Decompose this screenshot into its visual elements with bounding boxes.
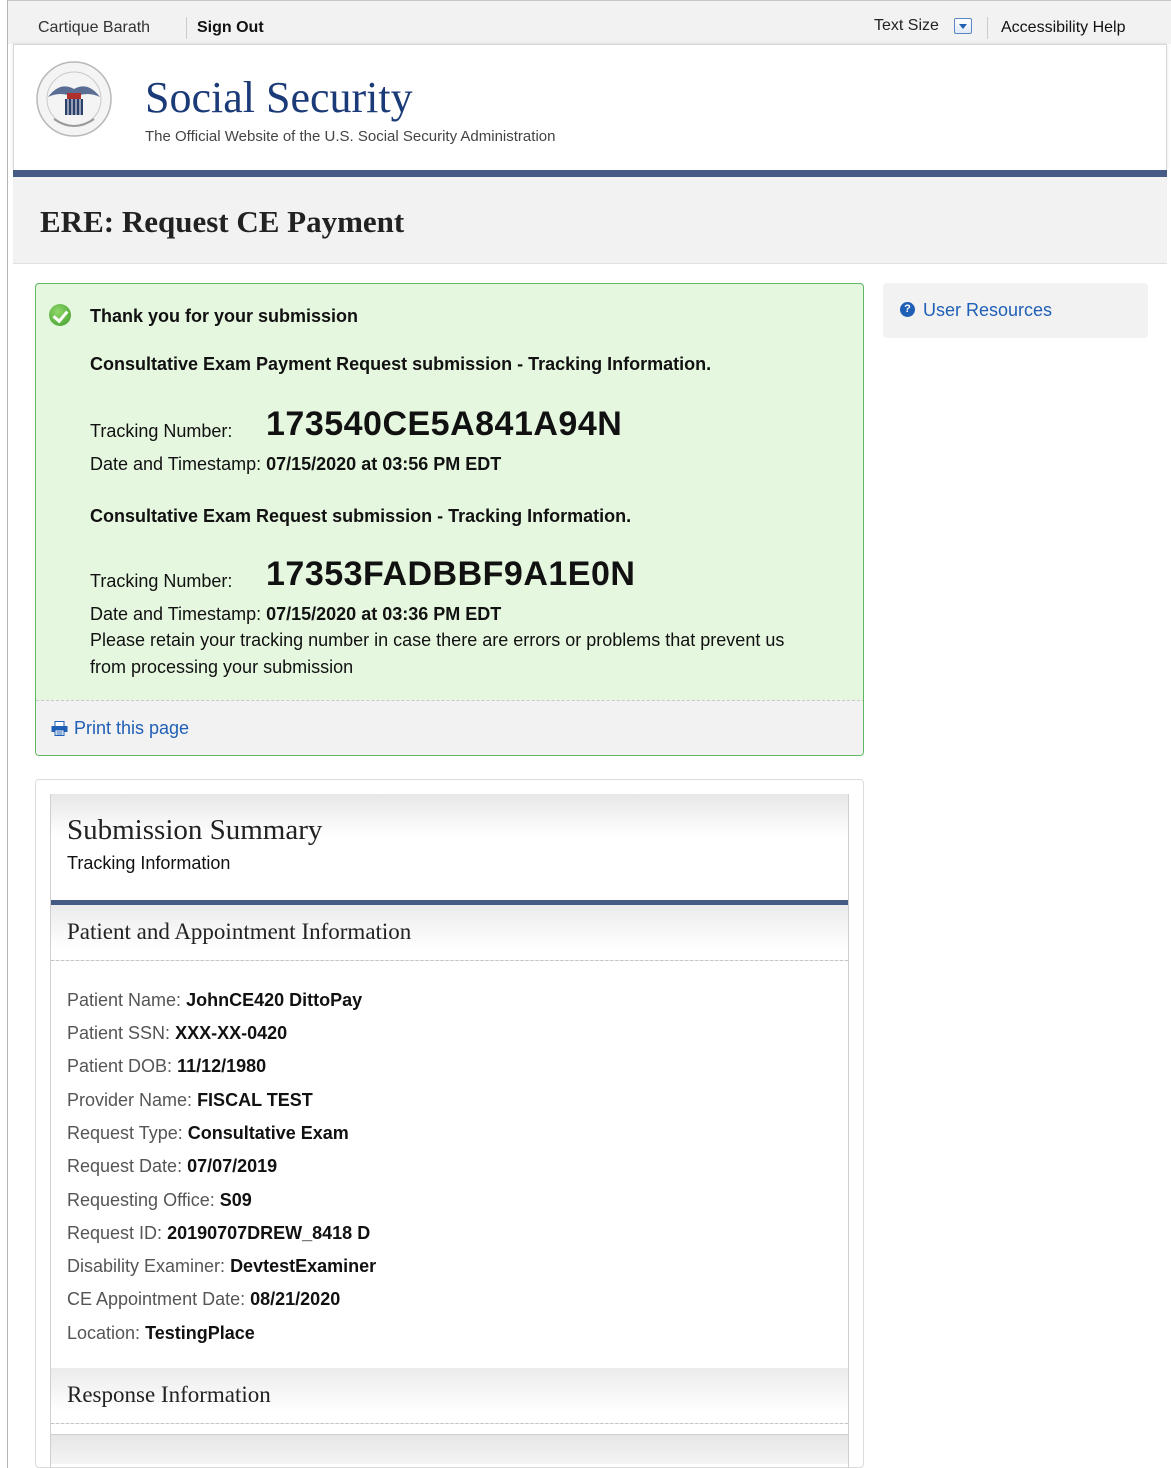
accessibility-help-link[interactable]: Accessibility Help [1001, 19, 1125, 37]
field-value: S09 [219, 1190, 252, 1210]
field-value: 20190707DREW_8418 D [167, 1223, 371, 1243]
field-label: Request ID: [67, 1223, 163, 1243]
field-value: DevtestExaminer [230, 1256, 377, 1276]
field-provider-name: Provider Name: FISCAL TEST [67, 1090, 313, 1111]
field-value: JohnCE420 DittoPay [186, 990, 363, 1010]
field-request-id: Request ID: 20190707DREW_8418 D [67, 1223, 370, 1244]
sign-out-link[interactable]: Sign Out [197, 19, 264, 37]
response-section-title: Response Information [67, 1382, 271, 1407]
user-resources-link[interactable]: User Resources [923, 300, 1052, 321]
field-value: Consultative Exam [187, 1123, 349, 1143]
field-request-type: Request Type: Consultative Exam [67, 1123, 349, 1144]
divider [987, 17, 988, 39]
header-rule [13, 170, 1167, 177]
page-title-band: ERE: Request CE Payment [13, 177, 1167, 264]
field-label: Patient DOB: [67, 1056, 173, 1076]
utility-bar: Cartique Barath Sign Out Text Size Acces… [8, 0, 1171, 44]
retain-note-line1: Please retain your tracking number in ca… [90, 630, 785, 650]
payment-tracking-number: 173540CE5A841A94N [266, 405, 623, 443]
ssa-seal-icon[interactable] [34, 59, 114, 139]
text-size-dropdown-icon[interactable] [954, 18, 972, 34]
checkmark-icon [49, 304, 71, 326]
retain-note-line2: from processing your submission [90, 657, 354, 677]
field-label: Location: [67, 1323, 141, 1343]
field-label: CE Appointment Date: [67, 1289, 246, 1309]
tracking-number-label: Tracking Number: [90, 571, 233, 591]
summary-title: Submission Summary [67, 814, 323, 846]
tracking-number-label: Tracking Number: [90, 421, 233, 441]
payment-timestamp-row: Date and Timestamp: 07/15/2020 at 03:56 … [90, 454, 501, 475]
site-subtitle: The Official Website of the U.S. Social … [145, 128, 556, 145]
exam-request-heading: Consultative Exam Request submission - T… [90, 506, 632, 526]
payment-timestamp: 07/15/2020 at 03:56 PM EDT [266, 454, 502, 474]
patient-section-header: Patient and Appointment Information [51, 905, 848, 961]
field-value: XXX-XX-0420 [175, 1023, 288, 1043]
text-size-label: Text Size [874, 17, 939, 34]
field-label: Patient Name: [67, 990, 182, 1010]
success-heading: Thank you for your submission [90, 306, 359, 326]
payment-request-heading: Consultative Exam Payment Request submis… [90, 354, 712, 374]
field-value: 07/07/2019 [187, 1156, 278, 1176]
field-label: Patient SSN: [67, 1023, 171, 1043]
field-disability-examiner: Disability Examiner: DevtestExaminer [67, 1256, 376, 1277]
date-label: Date and Timestamp: [90, 454, 262, 474]
exam-timestamp: 07/15/2020 at 03:36 PM EDT [266, 604, 502, 624]
field-value: 11/12/1980 [177, 1056, 267, 1076]
submission-summary-panel: Submission Summary Tracking Information … [35, 779, 864, 1468]
response-section-header: Response Information [51, 1368, 848, 1424]
field-patient-dob: Patient DOB: 11/12/1980 [67, 1056, 266, 1077]
field-label: Disability Examiner: [67, 1256, 226, 1276]
field-request-date: Request Date: 07/07/2019 [67, 1156, 277, 1177]
field-patient-ssn: Patient SSN: XXX-XX-0420 [67, 1023, 287, 1044]
print-bar: Print this page [36, 700, 863, 755]
date-label: Date and Timestamp: [90, 604, 262, 624]
field-label: Request Type: [67, 1123, 183, 1143]
summary-subtitle: Tracking Information [67, 853, 231, 873]
field-label: Request Date: [67, 1156, 183, 1176]
field-value: TestingPlace [145, 1323, 255, 1343]
page-title: ERE: Request CE Payment [40, 204, 405, 239]
site-title[interactable]: Social Security [145, 72, 413, 123]
field-requesting-office: Requesting Office: S09 [67, 1190, 252, 1211]
exam-timestamp-row: Date and Timestamp: 07/15/2020 at 03:36 … [90, 604, 501, 625]
print-page-link[interactable]: Print this page [74, 718, 189, 739]
success-panel: Thank you for your submission Consultati… [35, 283, 864, 756]
summary-header: Submission Summary Tracking Information [51, 794, 848, 900]
help-icon: ? [900, 302, 915, 317]
next-section-band [51, 1434, 848, 1464]
field-label: Requesting Office: [67, 1190, 215, 1210]
exam-tracking-number: 17353FADBBF9A1E0N [266, 555, 636, 593]
window-left-border [7, 0, 8, 1468]
field-label: Provider Name: [67, 1090, 193, 1110]
patient-section-title: Patient and Appointment Information [67, 919, 412, 944]
summary-card: Submission Summary Tracking Information … [50, 794, 849, 1468]
field-ce-appointment-date: CE Appointment Date: 08/21/2020 [67, 1289, 340, 1310]
field-patient-name: Patient Name: JohnCE420 DittoPay [67, 990, 362, 1011]
printer-icon[interactable] [51, 721, 68, 736]
field-value: 08/21/2020 [250, 1289, 341, 1309]
user-name: Cartique Barath [38, 19, 151, 36]
divider [186, 17, 187, 39]
field-value: FISCAL TEST [197, 1090, 313, 1110]
site-header: Social Security The Official Website of … [13, 44, 1167, 170]
user-resources-panel: ? User Resources [883, 283, 1148, 338]
field-location: Location: TestingPlace [67, 1323, 255, 1344]
